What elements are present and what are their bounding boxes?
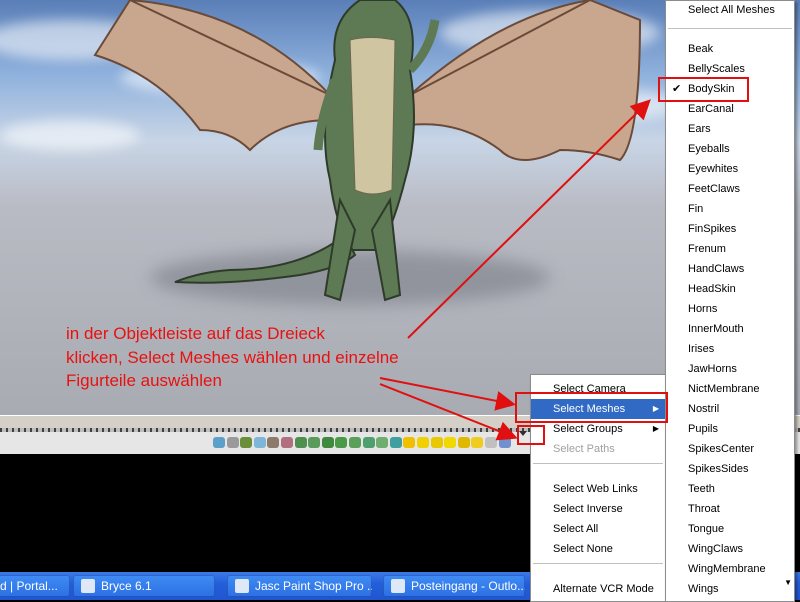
annotation-arrows — [379, 99, 651, 441]
arrow-to-bodyskin — [407, 99, 651, 339]
